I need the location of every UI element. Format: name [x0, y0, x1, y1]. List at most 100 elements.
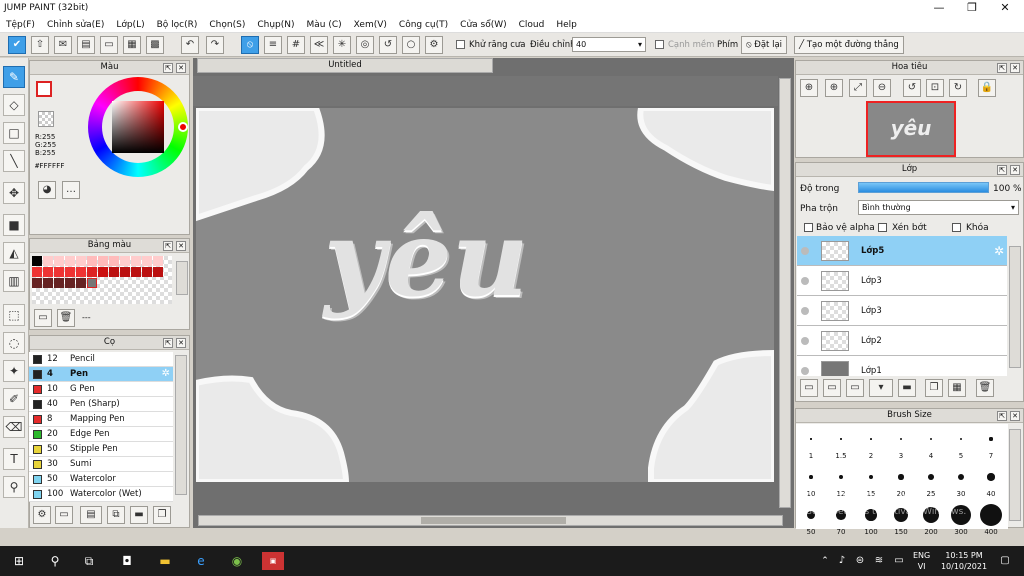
notification-icon[interactable]: ▢ — [996, 552, 1014, 570]
eye-icon[interactable] — [801, 307, 809, 315]
palette-swatch[interactable] — [142, 256, 152, 266]
lock-view-icon[interactable]: 🔒 — [978, 79, 996, 97]
upload-icon[interactable]: ⇧ — [31, 36, 49, 54]
antialias-checkbox[interactable] — [456, 40, 465, 49]
palette-swatch[interactable] — [65, 267, 75, 277]
brush-item[interactable]: 50 Stipple Pen — [29, 442, 173, 457]
clip-checkbox[interactable] — [878, 223, 887, 232]
brush-size-cell[interactable]: 40 — [978, 463, 1004, 499]
close-icon[interactable]: ✕ — [176, 63, 186, 73]
palette-swatch[interactable] — [32, 278, 42, 288]
palette-swatch[interactable] — [120, 256, 130, 266]
eye-icon[interactable] — [801, 337, 809, 345]
windows-start-icon[interactable]: ⊞ — [10, 552, 28, 570]
comment-icon[interactable]: ✉ — [54, 36, 72, 54]
edge-checkbox[interactable] — [655, 40, 664, 49]
palette-swatch[interactable] — [65, 278, 75, 288]
wifi-icon[interactable]: ≋ — [870, 552, 888, 570]
parallel-snap-icon[interactable]: ≡ — [264, 36, 282, 54]
canvas-h-thumb[interactable] — [421, 517, 566, 524]
brush-size-cell[interactable]: 150 — [888, 501, 914, 537]
menu-filter[interactable]: Bộ lọc(R) — [151, 17, 204, 33]
palette-swatch[interactable] — [87, 278, 97, 288]
brush-item[interactable]: 100 Watercolor (Wet) — [29, 487, 173, 502]
radial-line-icon[interactable]: ≪ — [310, 36, 328, 54]
reset-view-icon[interactable]: ⊡ — [926, 79, 944, 97]
palette-swatch[interactable] — [76, 267, 86, 277]
palette-swatch[interactable] — [87, 256, 97, 266]
palette-swatch[interactable] — [109, 256, 119, 266]
rotate-left-icon[interactable]: ↺ — [903, 79, 921, 97]
trash-icon[interactable]: 🗑 — [976, 379, 994, 397]
brush-size-cell[interactable]: 30 — [948, 463, 974, 499]
menu-select[interactable]: Chọn(S) — [203, 17, 251, 33]
layer-row[interactable]: Lớp1 — [797, 356, 1007, 376]
radial-snap-icon[interactable]: ✳ — [333, 36, 351, 54]
ellipse-snap-icon[interactable]: ○ — [402, 36, 420, 54]
palette-swatch[interactable] — [120, 267, 130, 277]
zoom-out-icon[interactable]: ⊖ — [873, 79, 891, 97]
undock-icon[interactable]: ⇱ — [163, 241, 173, 251]
palette-swatch[interactable] — [54, 278, 64, 288]
menu-layer[interactable]: Lớp(L) — [110, 17, 150, 33]
brush-size-cell[interactable]: 5 — [948, 425, 974, 461]
brush-size-cell[interactable]: 100 — [858, 501, 884, 537]
palette-swatch[interactable] — [43, 278, 53, 288]
undock-icon[interactable]: ⇱ — [997, 63, 1007, 73]
brush-size-cell[interactable]: 300 — [948, 501, 974, 537]
palette-swatch[interactable] — [153, 267, 163, 277]
palette-swatch[interactable] — [43, 256, 53, 266]
minimize-button[interactable]: — — [922, 0, 956, 17]
brush-copy-icon[interactable]: ⧉ — [107, 506, 125, 524]
palette-swatch[interactable] — [131, 256, 141, 266]
network-icon[interactable]: ⊜ — [851, 552, 869, 570]
lock-checkbox[interactable] — [952, 223, 961, 232]
transparent-swatch[interactable] — [38, 111, 54, 127]
reset-button[interactable]: ⦸ Đặt lại — [741, 36, 788, 54]
palette-swatch[interactable] — [76, 256, 86, 266]
menu-window[interactable]: Cửa sổ(W) — [454, 17, 512, 33]
undock-icon[interactable]: ⇱ — [163, 63, 173, 73]
brush-item[interactable]: 20 Edge Pen — [29, 427, 173, 442]
brush-item[interactable]: 40 Pen (Sharp) — [29, 397, 173, 412]
new-brush-icon[interactable]: ▭ — [55, 506, 73, 524]
eye-icon[interactable] — [801, 247, 809, 255]
move-tool-icon[interactable]: ✥ — [3, 182, 25, 204]
undock-icon[interactable]: ⇱ — [997, 411, 1007, 421]
drawing-canvas[interactable]: yêu — [196, 108, 774, 482]
brush-item[interactable]: 30 Sumi — [29, 457, 173, 472]
menu-tools[interactable]: Công cụ(T) — [393, 17, 454, 33]
brush-size-cell[interactable]: 200 — [918, 501, 944, 537]
snap-settings-icon[interactable]: ⚙ — [425, 36, 443, 54]
opacity-slider[interactable] — [858, 182, 989, 193]
folder-icon[interactable]: ▬ — [898, 379, 916, 397]
folder-icon[interactable]: ▬ — [130, 506, 148, 524]
select-eraser-tool-icon[interactable]: ⌫ — [3, 416, 25, 438]
hue-handle[interactable] — [178, 122, 188, 132]
foreground-color-swatch[interactable] — [36, 81, 52, 97]
palette-swatch[interactable] — [131, 267, 141, 277]
select-rect-tool-icon[interactable]: □ — [3, 122, 25, 144]
close-button[interactable]: ✕ — [988, 0, 1022, 17]
brush-tool-icon[interactable]: ✎ — [3, 66, 25, 88]
undock-icon[interactable]: ⇱ — [997, 165, 1007, 175]
gear-icon[interactable]: ✲ — [994, 244, 1004, 258]
palette-icon[interactable]: ◕ — [38, 181, 56, 199]
brush-scrollbar[interactable] — [175, 355, 187, 495]
redo-icon[interactable]: ↷ — [206, 36, 224, 54]
new-layer-alt-icon[interactable]: ▭ — [823, 379, 841, 397]
zoom-fit-icon[interactable]: ⊕ — [800, 79, 818, 97]
palette-swatch[interactable] — [87, 267, 97, 277]
eye-icon[interactable] — [801, 367, 809, 375]
brush-size-cell[interactable]: 70 — [828, 501, 854, 537]
edge-browser-icon[interactable]: e — [192, 552, 210, 570]
close-icon[interactable]: ✕ — [176, 338, 186, 348]
lasso-tool-icon[interactable]: ◌ — [3, 332, 25, 354]
cloud-check-icon[interactable]: ✔ — [8, 36, 26, 54]
menu-capture[interactable]: Chụp(N) — [251, 17, 300, 33]
palette-swatch[interactable] — [109, 267, 119, 277]
palette-swatch[interactable] — [98, 267, 108, 277]
no-snap-icon[interactable]: ⦸ — [241, 36, 259, 54]
brush-size-cell[interactable]: 7 — [978, 425, 1004, 461]
select-pen-tool-icon[interactable]: ✐ — [3, 388, 25, 410]
